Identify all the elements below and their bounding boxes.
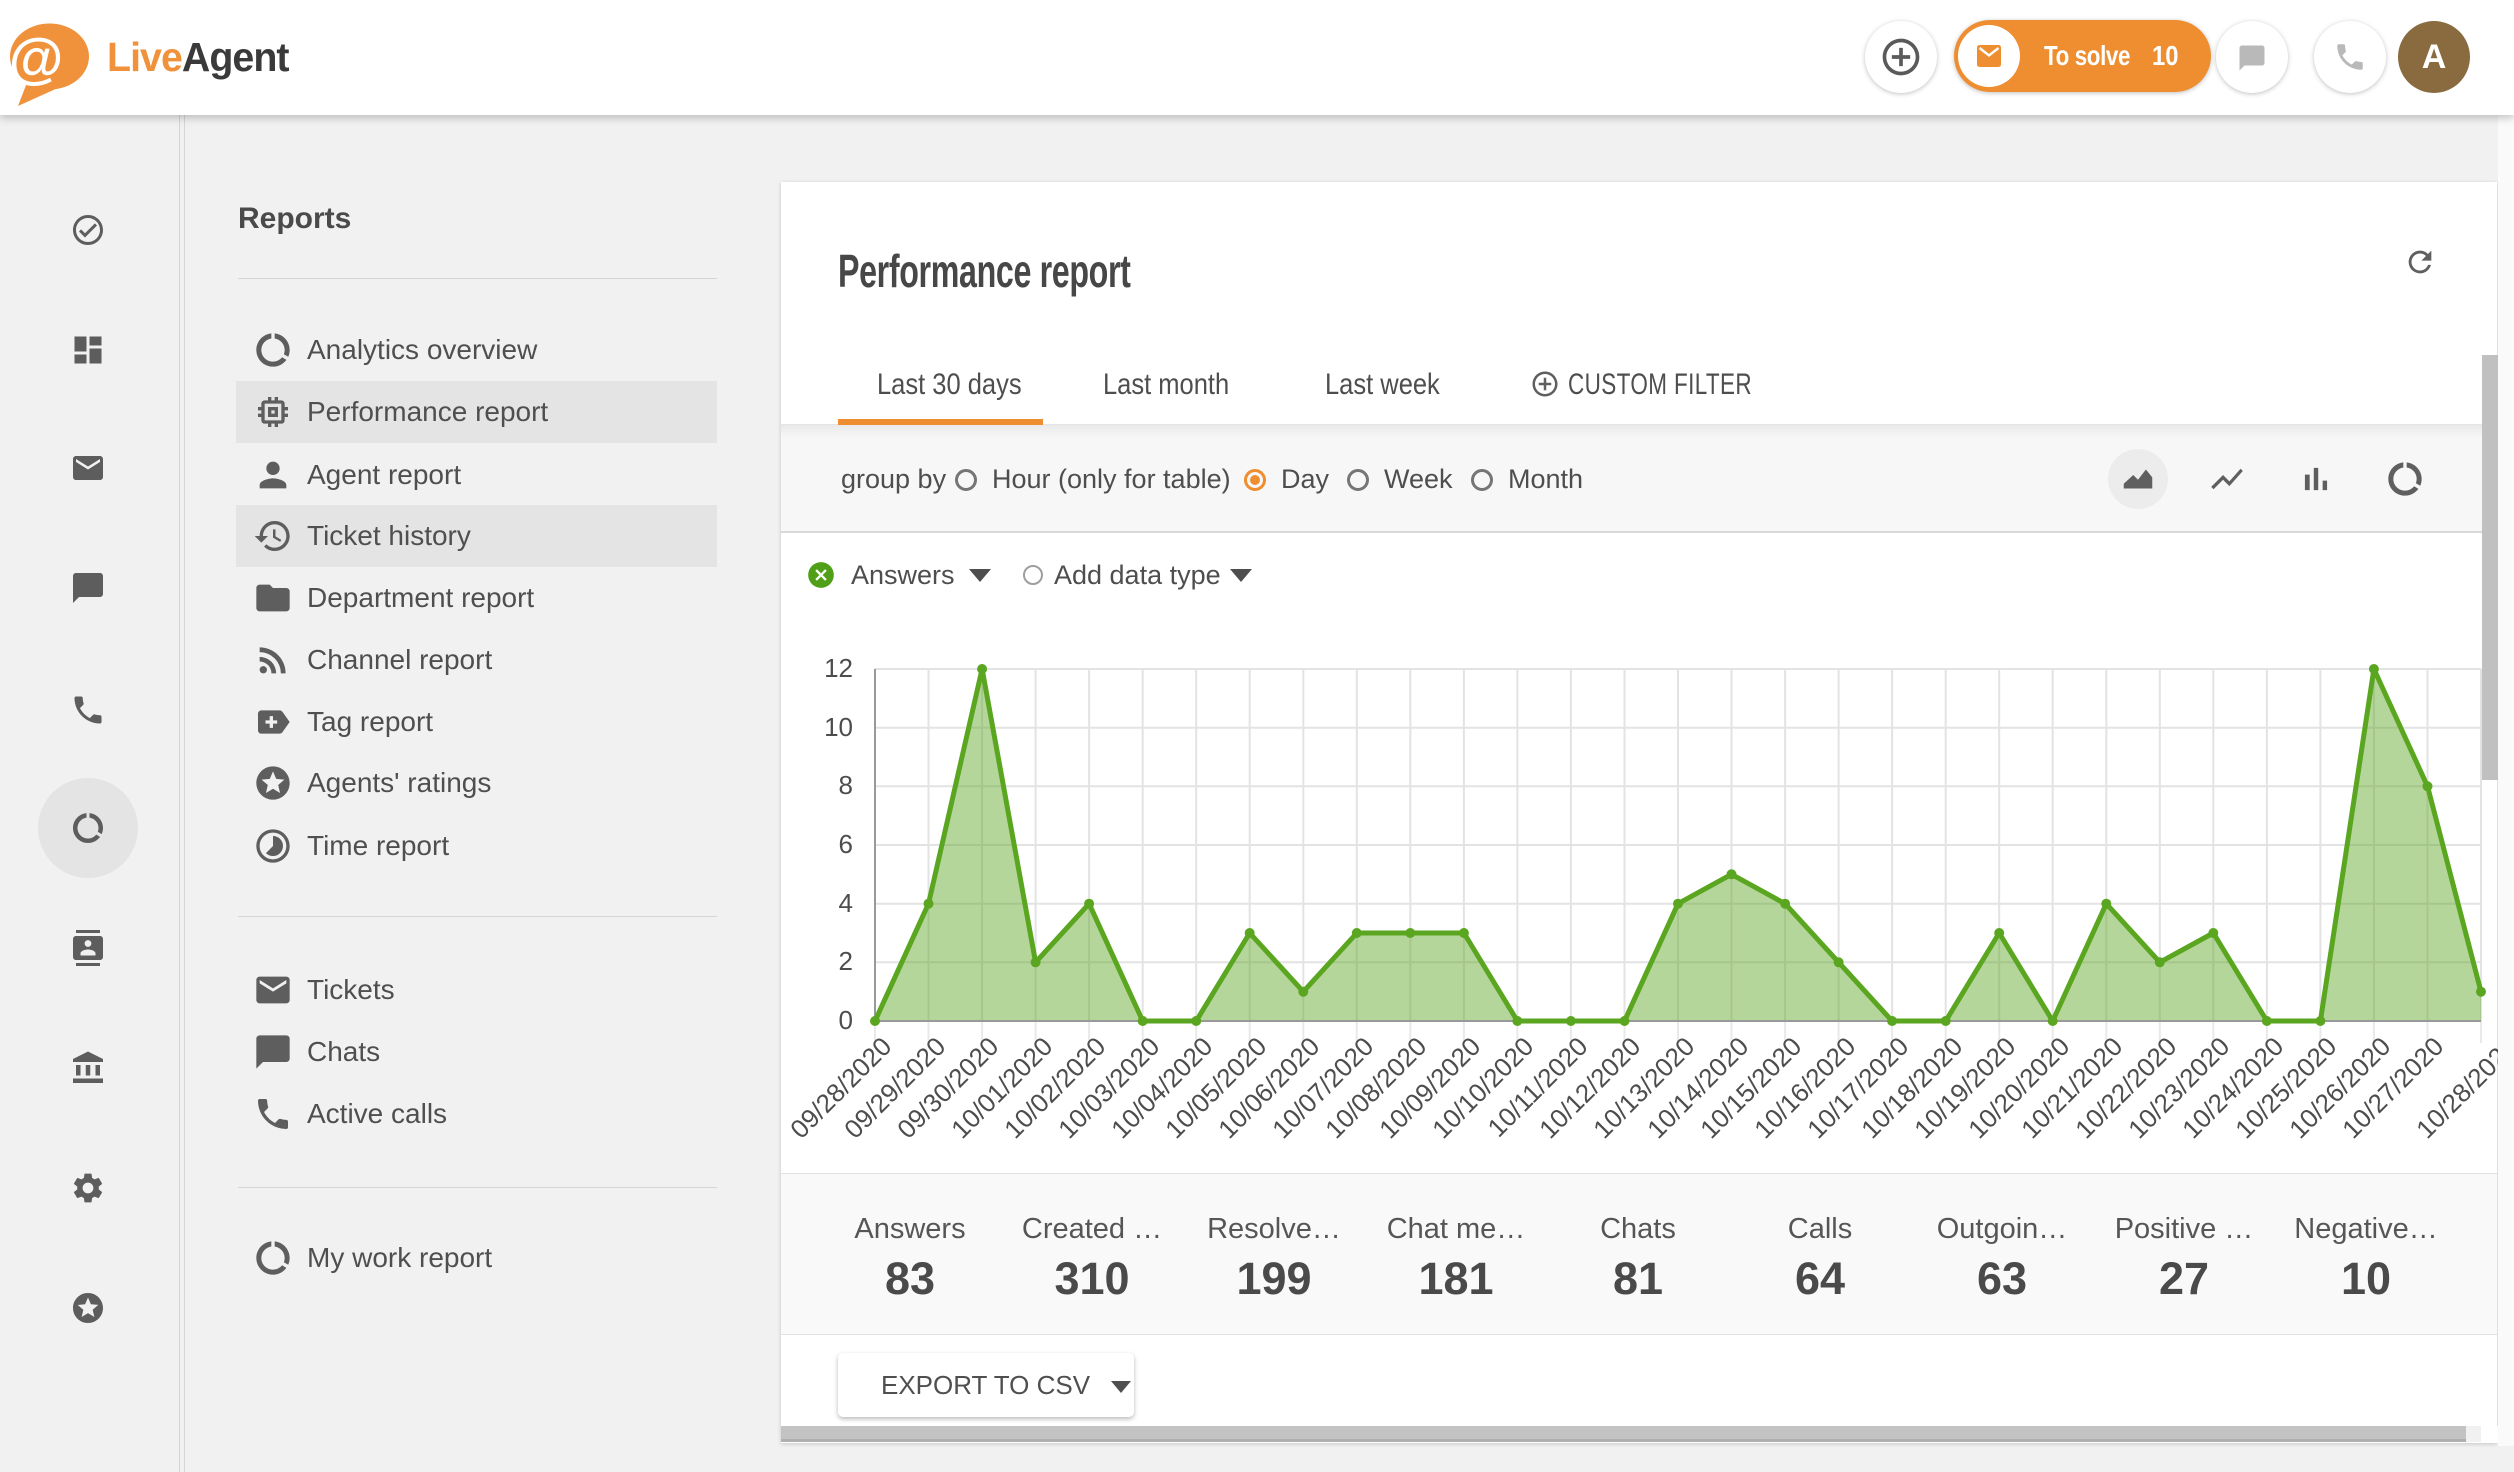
- svg-text:@: @: [9, 26, 64, 89]
- svg-text:LiveAgent: LiveAgent: [107, 34, 289, 80]
